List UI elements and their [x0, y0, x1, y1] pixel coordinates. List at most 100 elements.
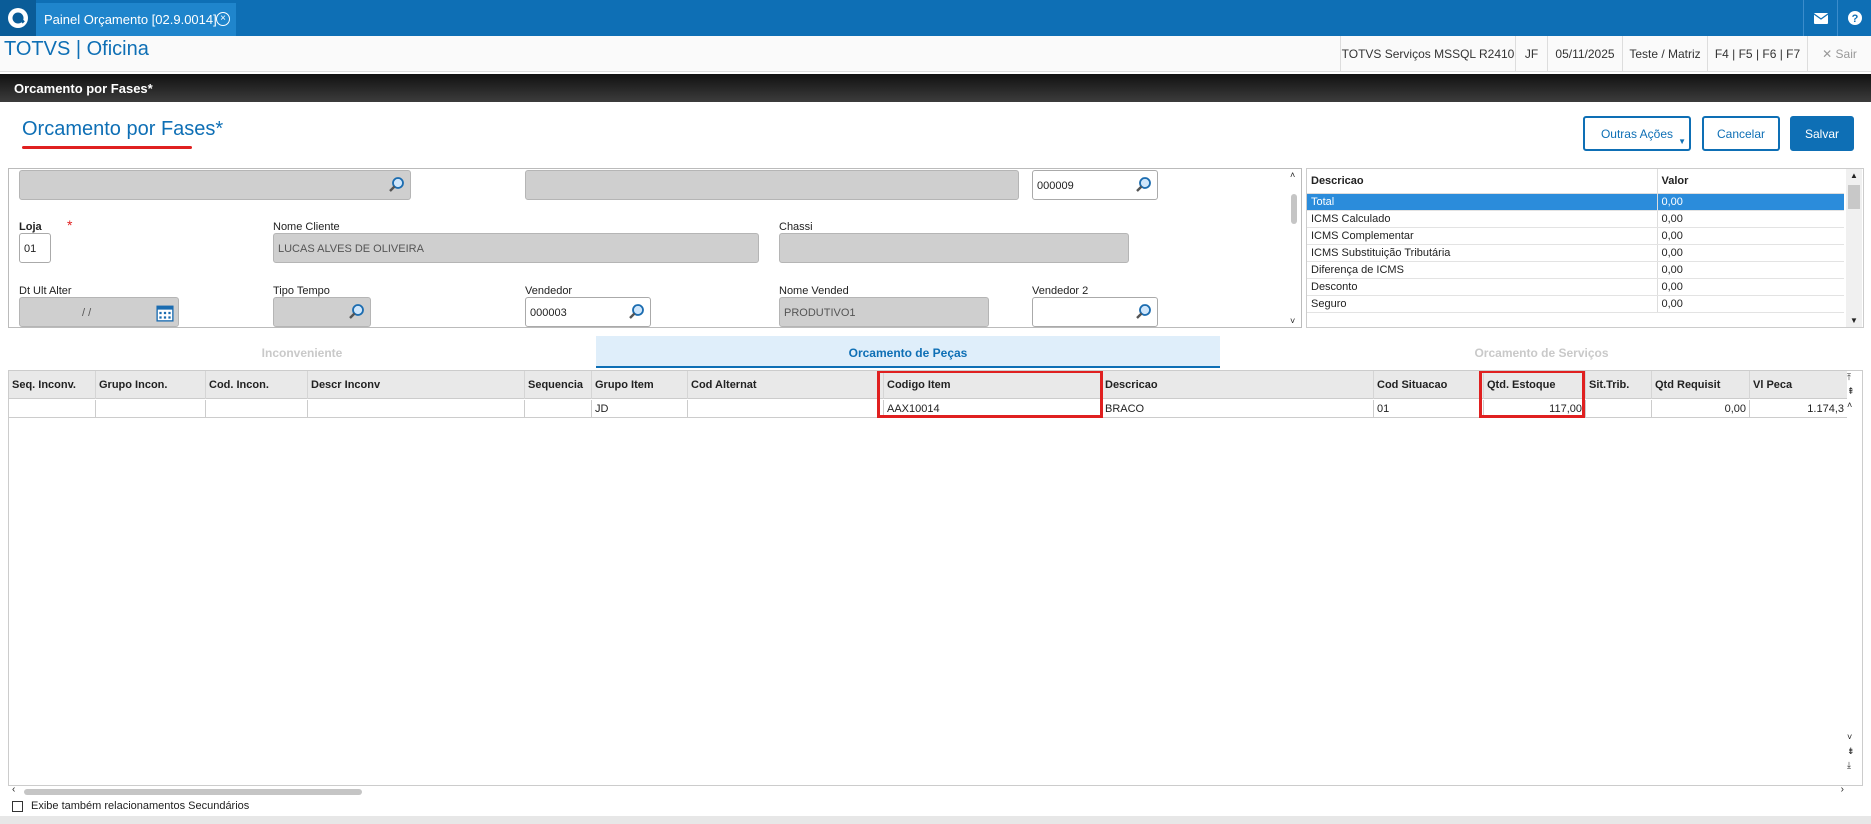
scroll-up-icon[interactable]: ˄	[1290, 170, 1295, 180]
table-cell[interactable]	[1585, 400, 1651, 418]
cancel-button[interactable]: Cancelar	[1702, 116, 1780, 151]
table-cell[interactable]	[95, 400, 205, 418]
scroll-left-icon[interactable]: ‹	[12, 784, 15, 795]
tab-inconveniente[interactable]: Inconveniente	[8, 336, 596, 368]
nome-vended-field[interactable]: PRODUTIVO1	[779, 297, 989, 327]
col-vl-peca[interactable]: Vl Peca	[1749, 371, 1847, 399]
scroll-down-icon[interactable]: ˅	[1290, 316, 1295, 326]
window-title-band: Orcamento por Fases*	[0, 74, 1871, 102]
secondary-relations-checkbox[interactable]	[12, 801, 23, 812]
scroll-thumb[interactable]	[1291, 194, 1297, 224]
vendedor2-field[interactable]	[1032, 297, 1158, 327]
totals-scrollbar[interactable]: ▲ ▼	[1846, 169, 1862, 327]
table-cell[interactable]: JD	[591, 400, 687, 418]
tab-title: Painel Orçamento [02.9.0014]	[44, 12, 217, 27]
more-actions-button[interactable]: Outras Ações ▼	[1583, 116, 1691, 151]
table-cell[interactable]	[687, 400, 883, 418]
scroll-thumb[interactable]	[1848, 185, 1860, 209]
totals-row[interactable]: Seguro 0,00	[1307, 295, 1844, 313]
table-cell[interactable]: 01	[1373, 400, 1483, 418]
close-icon: ✕	[1822, 47, 1833, 61]
table-cell[interactable]	[205, 400, 307, 418]
save-button[interactable]: Salvar	[1790, 116, 1854, 151]
scroll-page-up-icon[interactable]: ⇞	[1847, 386, 1855, 396]
mail-icon[interactable]	[1803, 0, 1837, 36]
shortcuts-label: F4 | F5 | F6 | F7	[1707, 36, 1807, 72]
grid-vertical-scrollbar[interactable]: ⤒ ⇞ ˄ ˅ ⇟ ⤓	[1844, 372, 1860, 786]
col-descr-inconv[interactable]: Descr Inconv	[307, 371, 524, 399]
totals-row[interactable]: ICMS Calculado 0,00	[1307, 210, 1844, 228]
totals-value: 0,00	[1656, 244, 1844, 262]
col-sequencia[interactable]: Sequencia	[524, 371, 591, 399]
search-icon[interactable]	[628, 303, 646, 321]
scroll-down-icon[interactable]: ˅	[1847, 732, 1852, 742]
col-cod-incon[interactable]: Cod. Incon.	[205, 371, 307, 399]
field-top-3[interactable]: 000009	[1032, 170, 1158, 200]
help-icon[interactable]: ?	[1837, 0, 1871, 36]
col-cod-situacao[interactable]: Cod Situacao	[1373, 371, 1483, 399]
scroll-bottom-icon[interactable]: ⤓	[1847, 760, 1851, 770]
col-descricao[interactable]: Descricao	[1101, 371, 1373, 399]
totals-value: 0,00	[1656, 295, 1844, 313]
table-cell[interactable]: BRACO	[1101, 400, 1373, 418]
col-grupo-item[interactable]: Grupo Item	[591, 371, 687, 399]
calendar-icon[interactable]	[156, 304, 174, 322]
totals-row[interactable]: Desconto 0,00	[1307, 278, 1844, 296]
nome-vended-label: Nome Vended	[779, 285, 849, 297]
table-cell[interactable]: 1.174,3	[1749, 400, 1847, 418]
field-top-2[interactable]	[525, 170, 1019, 200]
form-scrollbar[interactable]: ˄ ˅	[1288, 170, 1300, 326]
user-label: JF	[1515, 36, 1547, 72]
close-tab-icon[interactable]: ×	[216, 12, 230, 26]
table-cell[interactable]	[9, 400, 95, 418]
col-sit-trib[interactable]: Sit.Trib.	[1585, 371, 1651, 399]
search-icon[interactable]	[1135, 176, 1153, 194]
dt-ult-alter-field[interactable]: / /	[19, 297, 179, 327]
scroll-page-down-icon[interactable]: ⇟	[1847, 746, 1855, 756]
tipo-tempo-field[interactable]	[273, 297, 371, 327]
scroll-thumb[interactable]	[24, 789, 362, 795]
totals-col-valor: Valor	[1656, 169, 1844, 194]
scroll-down-icon[interactable]: ▼	[1850, 316, 1858, 325]
environment-label: TOTVS Serviços MSSQL R2410	[1340, 36, 1515, 72]
tab-orcamento-servicos[interactable]: Orcamento de Serviços	[1220, 336, 1863, 368]
table-cell[interactable]: 0,00	[1651, 400, 1749, 418]
dt-value: / /	[82, 307, 92, 319]
field-top-3-value: 000009	[1037, 180, 1074, 192]
col-grupo-incon[interactable]: Grupo Incon.	[95, 371, 205, 399]
totals-table: Descricao Valor Total 0,00 ICMS Calculado 0…	[1306, 168, 1864, 328]
scroll-top-icon[interactable]: ⤒	[1847, 372, 1851, 382]
totals-row[interactable]: ICMS Complementar 0,00	[1307, 227, 1844, 245]
nome-cliente-field[interactable]: LUCAS ALVES DE OLIVEIRA	[273, 233, 759, 263]
totals-row[interactable]: ICMS Substituição Tributária 0,00	[1307, 244, 1844, 262]
folder-tabs: Inconveniente Orcamento de Peças Orcamen…	[8, 336, 1863, 368]
vendedor-field[interactable]: 000003	[525, 297, 651, 327]
col-cod-alternat[interactable]: Cod Alternat	[687, 371, 883, 399]
table-cell[interactable]	[524, 400, 591, 418]
tab-orcamento-pecas[interactable]: Orcamento de Peças	[596, 336, 1220, 368]
app-title: TOTVS | Oficina	[4, 38, 149, 60]
table-cell[interactable]	[307, 400, 524, 418]
header-form: 000009 Loja * 01 Nome Cliente LUCAS ALVE…	[8, 168, 1302, 328]
scroll-up-icon[interactable]: ˄	[1847, 400, 1852, 410]
grid-horizontal-scrollbar[interactable]: ‹ ›	[10, 784, 1846, 798]
loja-label: Loja	[19, 221, 42, 233]
totals-desc: Diferença de ICMS	[1307, 261, 1657, 279]
branch-label[interactable]: Teste / Matriz	[1622, 36, 1707, 72]
col-qtd-requisit[interactable]: Qtd Requisit	[1651, 371, 1749, 399]
exit-button[interactable]: ✕ Sair	[1807, 36, 1871, 72]
totals-row[interactable]: Total 0,00	[1307, 193, 1844, 211]
search-icon[interactable]	[388, 176, 406, 194]
scroll-right-icon[interactable]: ›	[1841, 784, 1844, 795]
search-icon[interactable]	[348, 303, 366, 321]
scroll-up-icon[interactable]: ▲	[1850, 171, 1858, 180]
loja-field[interactable]: 01	[19, 233, 51, 263]
tab-painel-orcamento[interactable]: Painel Orçamento [02.9.0014] ×	[36, 3, 236, 36]
totals-row[interactable]: Diferença de ICMS 0,00	[1307, 261, 1844, 279]
search-icon[interactable]	[1135, 303, 1153, 321]
col-seq-inconv[interactable]: Seq. Inconv.	[9, 371, 95, 399]
totvs-logo-icon[interactable]	[0, 0, 36, 36]
caret-down-icon: ▼	[1678, 137, 1686, 146]
field-top-1[interactable]	[19, 170, 411, 200]
chassi-field[interactable]	[779, 233, 1129, 263]
